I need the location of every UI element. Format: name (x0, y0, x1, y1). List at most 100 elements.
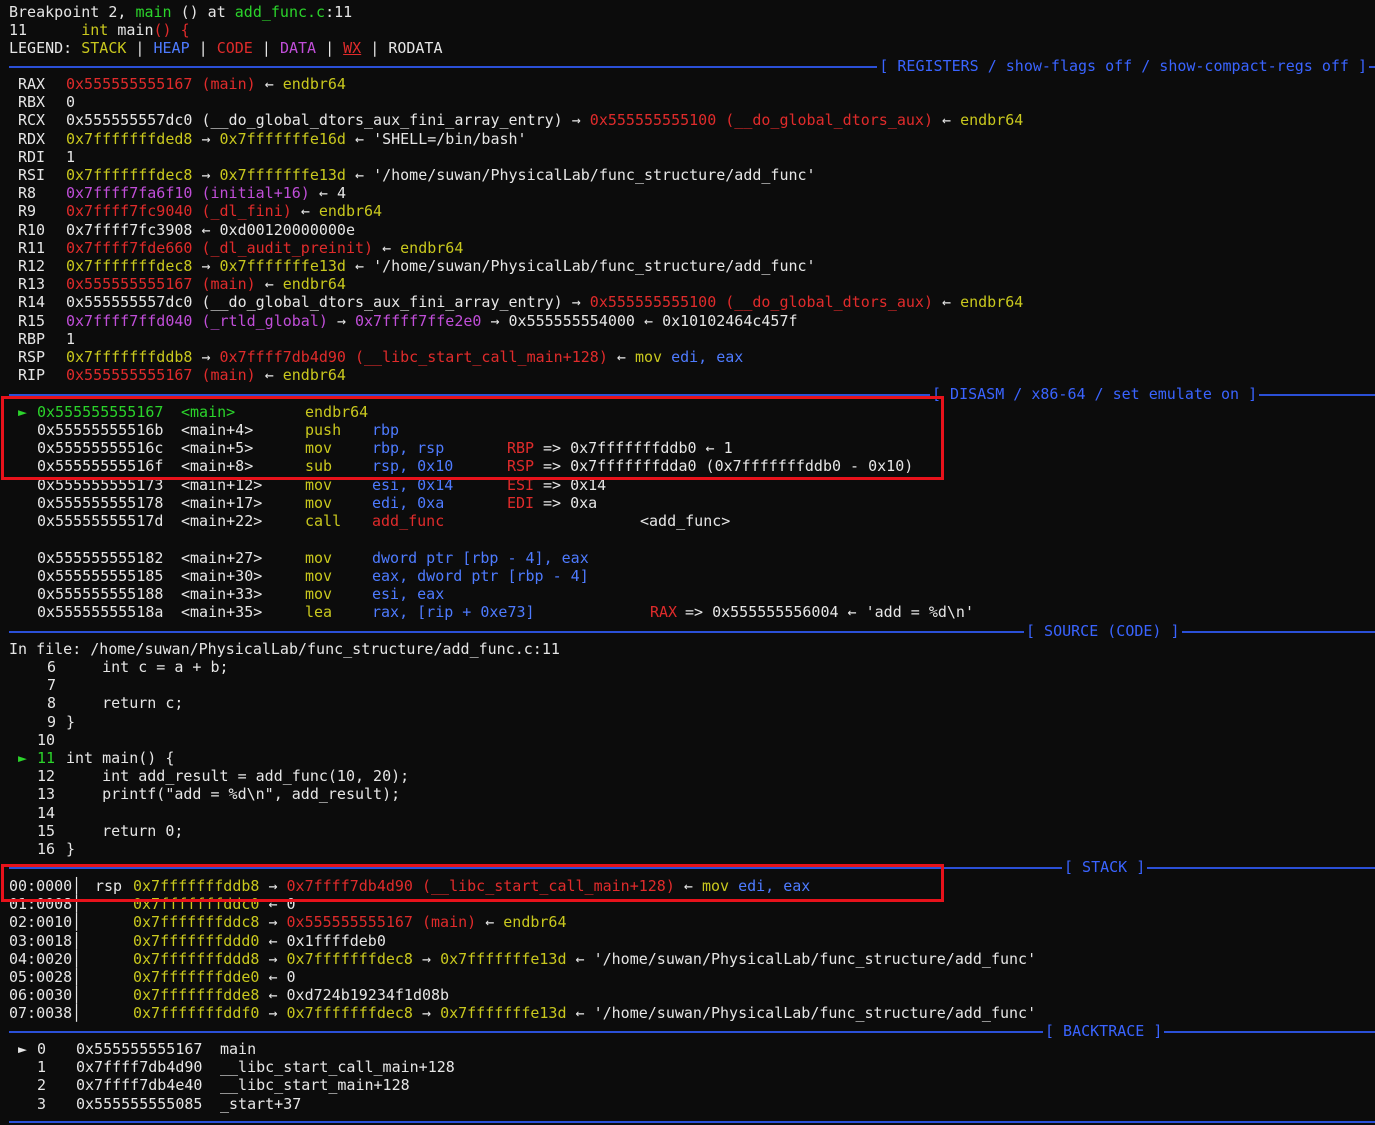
register-arrow2: ← (355, 129, 365, 148)
register-v4: (__do_global_dtors_aux) (725, 293, 933, 312)
disasm-operands: esi, eax (372, 585, 445, 603)
stack-value: 0x7fffffffdec8 (286, 949, 413, 968)
legend-rodata: RODATA (388, 39, 443, 57)
registers-section-title: [ REGISTERS / show-flags off / show-comp… (877, 57, 1369, 75)
register-v4: (__do_global_dtors_aux) (725, 111, 933, 130)
register-symbol: (_dl_audit_preinit) (201, 238, 374, 257)
source-line: 14 (0, 804, 1000, 822)
breakpoint-mid: () at (171, 3, 235, 21)
register-v3: 0x555555555100 (589, 111, 717, 130)
stack-row: 04:0020 │ 0x7fffffffddd8 → 0x7fffffffdec8 … (0, 950, 1375, 968)
source-current-marker: ► (18, 749, 28, 767)
disasm-address: 0x55555555517d (37, 512, 164, 530)
stack-arrow2: ← (485, 913, 495, 932)
source-line: 16} (0, 840, 1000, 858)
source-code: } (66, 712, 76, 731)
disasm-row: 0x55555555517d <main+22> call add_func <add_… (0, 512, 1375, 530)
register-arrow: → (201, 257, 211, 275)
register-arrow: → (571, 111, 581, 130)
source-line: 7 (0, 676, 1000, 694)
disasm-opcode: mov (305, 567, 333, 585)
register-arrow: ← (264, 275, 274, 294)
register-v3: 0x555555555100 (589, 293, 717, 312)
source-file-line: In file: /home/suwan/PhysicalLab/func_st… (9, 640, 560, 658)
stack-offset: 04:0020 (9, 949, 73, 968)
stack-address: 0x7fffffffddd0 (133, 931, 260, 950)
stack-arrow: ← (268, 968, 278, 986)
register-v1: 0x7ffff7fde660 (66, 238, 193, 257)
register-v3: 0x7ffff7db4d90 (219, 348, 346, 366)
register-v1: 0x7ffff7fc9040 (66, 202, 193, 221)
disasm-opcode: mov (305, 494, 333, 512)
register-arrow: ← (300, 202, 310, 221)
terminal-window[interactable]: Breakpoint 2, main () at add_func.c:11 1… (0, 0, 1375, 1125)
register-value: 0x7ffff7fde660 (_dl_audit_preinit) ← end… (66, 239, 463, 257)
register-name: RSP (18, 348, 46, 366)
source-line-number: 6 (47, 658, 57, 676)
register-row-r15: R15 0x7ffff7ffd040 (_rtld_global) → 0x7ff… (18, 312, 798, 330)
disasm-operands: edi, 0xa (372, 494, 445, 512)
stack-tail1: endbr64 (503, 913, 567, 932)
register-value: 1 (66, 148, 75, 166)
source-line: 12 int add_result = add_func(10, 20); (0, 767, 1000, 785)
backtrace-frame-no: 0 (37, 1040, 47, 1058)
register-row-rbx: RBX 0 (18, 93, 75, 112)
source-line-number: 8 (47, 694, 57, 713)
stack-entry: 0x7fffffffddf0 → 0x7fffffffdec8 → 0x7fff… (133, 1004, 1036, 1022)
register-v1: 0x7fffffffddb8 (66, 348, 193, 366)
source-line: 13 printf("add = %d\n", add_result); (0, 785, 1000, 803)
backtrace-row: 3 0x555555555085 _start+37 (0, 1095, 800, 1113)
breakpoint-line: Breakpoint 2, main () at add_func.c:11 (9, 3, 352, 21)
backtrace-symbol: __libc_start_main+128 (220, 1076, 410, 1095)
stack-arrow3: ← (575, 949, 585, 968)
register-v3: endbr64 (282, 75, 346, 93)
register-v3: 0xd00120000000e (219, 220, 355, 239)
disasm-symbol: <main+33> (181, 585, 263, 603)
register-name: R10 (18, 220, 46, 239)
register-v1: 1 (66, 147, 76, 166)
legend-stack: STACK (81, 39, 127, 57)
stack-divider: │ (72, 986, 82, 1005)
source-line: ► 11 int main() { (0, 749, 1000, 767)
register-row-rcx: RCX 0x555555557dc0 (__do_global_dtors_aux… (18, 111, 1023, 129)
stack-divider: │ (72, 968, 82, 986)
register-v1: 0x7ffff7fa6f10 (66, 184, 193, 203)
stack-value: 0x555555555167 (286, 913, 413, 932)
disasm-operands: rax, [rip + 0xe73] (372, 603, 535, 621)
register-name: RBX (18, 93, 46, 112)
stack-divider: │ (72, 931, 82, 950)
register-v1: 0x7fffffffdec8 (66, 166, 193, 184)
register-name: R11 (18, 238, 46, 257)
register-v5: 'SHELL=/bin/bash' (373, 129, 527, 148)
register-v1: 0 (66, 93, 76, 112)
register-name: R13 (18, 275, 46, 294)
stack-address: 0x7fffffffddf0 (133, 1004, 260, 1023)
stack-value2: 0x7fffffffe13d (440, 1004, 567, 1023)
register-row-r8: R8 0x7ffff7fa6f10 (initial+16) ← 4 (18, 184, 346, 202)
stack-address: 0x7fffffffddd8 (133, 949, 260, 968)
register-arrow3: ← (644, 311, 654, 330)
backtrace-address: 0x555555555167 (76, 1040, 203, 1058)
stack-address: 0x7fffffffdde0 (133, 968, 260, 986)
register-v3: 0x7ffff7ffe2e0 (355, 311, 482, 330)
register-row-rsi: RSI 0x7fffffffdec8 → 0x7fffffffe13d ← '/h… (18, 166, 816, 184)
disasm-note-register: EDI (507, 494, 535, 512)
register-row-rbp: RBP 1 (18, 330, 75, 348)
breakpoint-func: main (135, 3, 172, 21)
register-arrow: → (201, 166, 211, 184)
stack-row: 02:0010 │ 0x7fffffffddc8 → 0x555555555167 … (0, 913, 1375, 931)
current-line-kw: int (81, 21, 109, 39)
register-row-rdi: RDI 1 (18, 148, 75, 166)
source-line: 6 int c = a + b; (0, 658, 1000, 676)
current-line-no: 11 (9, 21, 28, 39)
disasm-address: 0x55555555518a (37, 603, 164, 621)
register-v1: 0x7ffff7ffd040 (66, 311, 193, 330)
stack-arrow2: → (422, 949, 432, 968)
stack-entry: 0x7fffffffdde0 ← 0 (133, 968, 296, 986)
register-arrow2: ← (616, 348, 626, 366)
stack-value: 0x1ffffdeb0 (286, 931, 386, 950)
register-row-rsp: RSP 0x7fffffffddb8 → 0x7ffff7db4d90 (__li… (18, 348, 743, 366)
stack-row: 05:0028 │ 0x7fffffffdde0 ← 0 (0, 968, 1375, 986)
register-name: RDX (18, 129, 46, 148)
register-value: 0x7fffffffdec8 → 0x7fffffffe13d ← '/home… (66, 257, 816, 275)
